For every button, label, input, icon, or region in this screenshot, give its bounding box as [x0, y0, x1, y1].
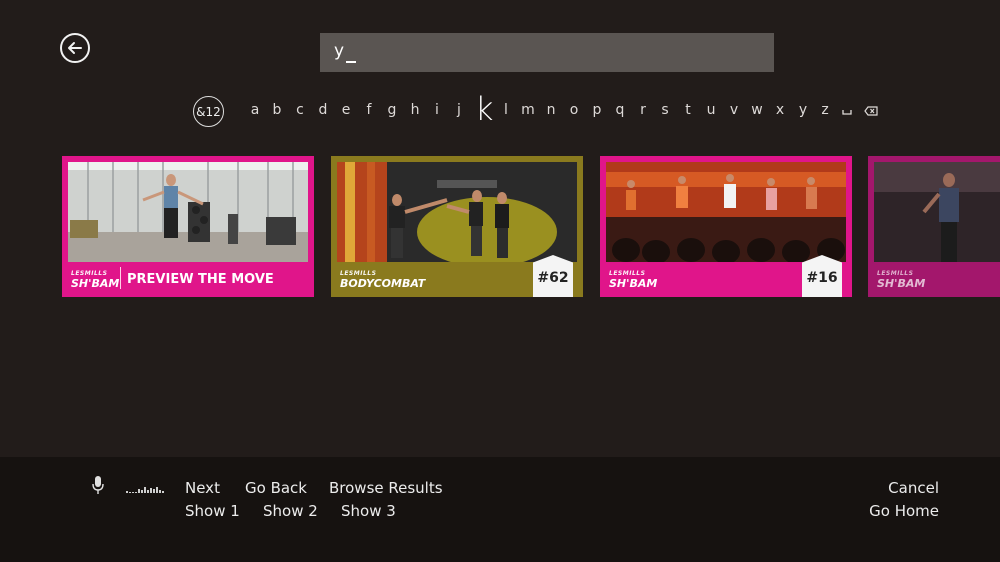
on-screen-keyboard: &12 a b c d e f g h i j k l m n o p q r …	[0, 90, 1000, 132]
tile-thumbnail	[874, 162, 1000, 262]
backspace-key[interactable]	[863, 104, 879, 120]
search-query: y	[334, 41, 345, 61]
key-m[interactable]: m	[520, 102, 536, 118]
voice-cmd-next[interactable]: Next	[185, 479, 220, 497]
symbols-key[interactable]: &12	[193, 96, 224, 127]
key-v[interactable]: v	[726, 102, 742, 118]
brand-logo: LESMILLS SH'BAM	[877, 270, 926, 290]
tile-thumbnail	[68, 162, 308, 262]
voice-cmd-browse-results[interactable]: Browse Results	[329, 479, 443, 497]
audio-level-icon	[126, 487, 164, 493]
result-tile-1[interactable]: LESMILLS SH'BAM PREVIEW THE MOVE	[62, 156, 314, 297]
key-j[interactable]: j	[451, 102, 467, 118]
key-f[interactable]: f	[361, 102, 377, 118]
brand-logo: LESMILLS BODYCOMBAT	[340, 270, 426, 290]
key-r[interactable]: r	[635, 102, 651, 118]
microphone-icon	[92, 476, 104, 494]
tile-thumbnail	[606, 162, 846, 262]
search-input[interactable]: y	[320, 33, 774, 72]
key-k[interactable]: k	[475, 90, 494, 128]
key-z[interactable]: z	[817, 102, 833, 118]
key-s[interactable]: s	[657, 102, 673, 118]
tile-label: PREVIEW THE MOVE	[127, 272, 274, 287]
voice-cmd-show-2[interactable]: Show 2	[263, 502, 318, 520]
key-u[interactable]: u	[703, 102, 719, 118]
release-number-badge: #62	[533, 255, 573, 297]
space-icon	[842, 110, 852, 115]
release-number-badge: #16	[802, 255, 842, 297]
voice-cmd-cancel[interactable]: Cancel	[888, 479, 939, 497]
voice-command-bar: Next Go Back Browse Results Show 1 Show …	[0, 457, 1000, 562]
key-i[interactable]: i	[429, 102, 445, 118]
key-l[interactable]: l	[498, 102, 514, 118]
key-d[interactable]: d	[315, 102, 331, 118]
result-tile-3[interactable]: LESMILLS SH'BAM #16	[600, 156, 852, 297]
key-y[interactable]: y	[795, 102, 811, 118]
key-h[interactable]: h	[407, 102, 423, 118]
voice-cmd-show-3[interactable]: Show 3	[341, 502, 396, 520]
key-n[interactable]: n	[543, 102, 559, 118]
key-g[interactable]: g	[384, 102, 400, 118]
backspace-icon	[864, 106, 878, 116]
key-p[interactable]: p	[589, 102, 605, 118]
voice-cmd-go-home[interactable]: Go Home	[869, 502, 939, 520]
back-button[interactable]	[60, 33, 90, 63]
key-q[interactable]: q	[612, 102, 628, 118]
tile-thumbnail	[337, 162, 577, 262]
back-arrow-icon	[68, 42, 82, 54]
brand-logo: LESMILLS SH'BAM	[609, 270, 658, 290]
voice-cmd-go-back[interactable]: Go Back	[245, 479, 307, 497]
text-caret	[346, 61, 356, 63]
key-w[interactable]: w	[749, 102, 765, 118]
key-c[interactable]: c	[292, 102, 308, 118]
key-o[interactable]: o	[566, 102, 582, 118]
space-key[interactable]	[839, 104, 855, 120]
tile-divider	[120, 267, 121, 289]
key-b[interactable]: b	[269, 102, 285, 118]
key-x[interactable]: x	[772, 102, 788, 118]
result-tile-4[interactable]: LESMILLS SH'BAM	[868, 156, 1000, 297]
brand-logo: LESMILLS SH'BAM	[71, 270, 120, 290]
key-e[interactable]: e	[338, 102, 354, 118]
key-a[interactable]: a	[247, 102, 263, 118]
voice-cmd-show-1[interactable]: Show 1	[185, 502, 240, 520]
key-t[interactable]: t	[680, 102, 696, 118]
result-tile-2[interactable]: LESMILLS BODYCOMBAT #62	[331, 156, 583, 297]
